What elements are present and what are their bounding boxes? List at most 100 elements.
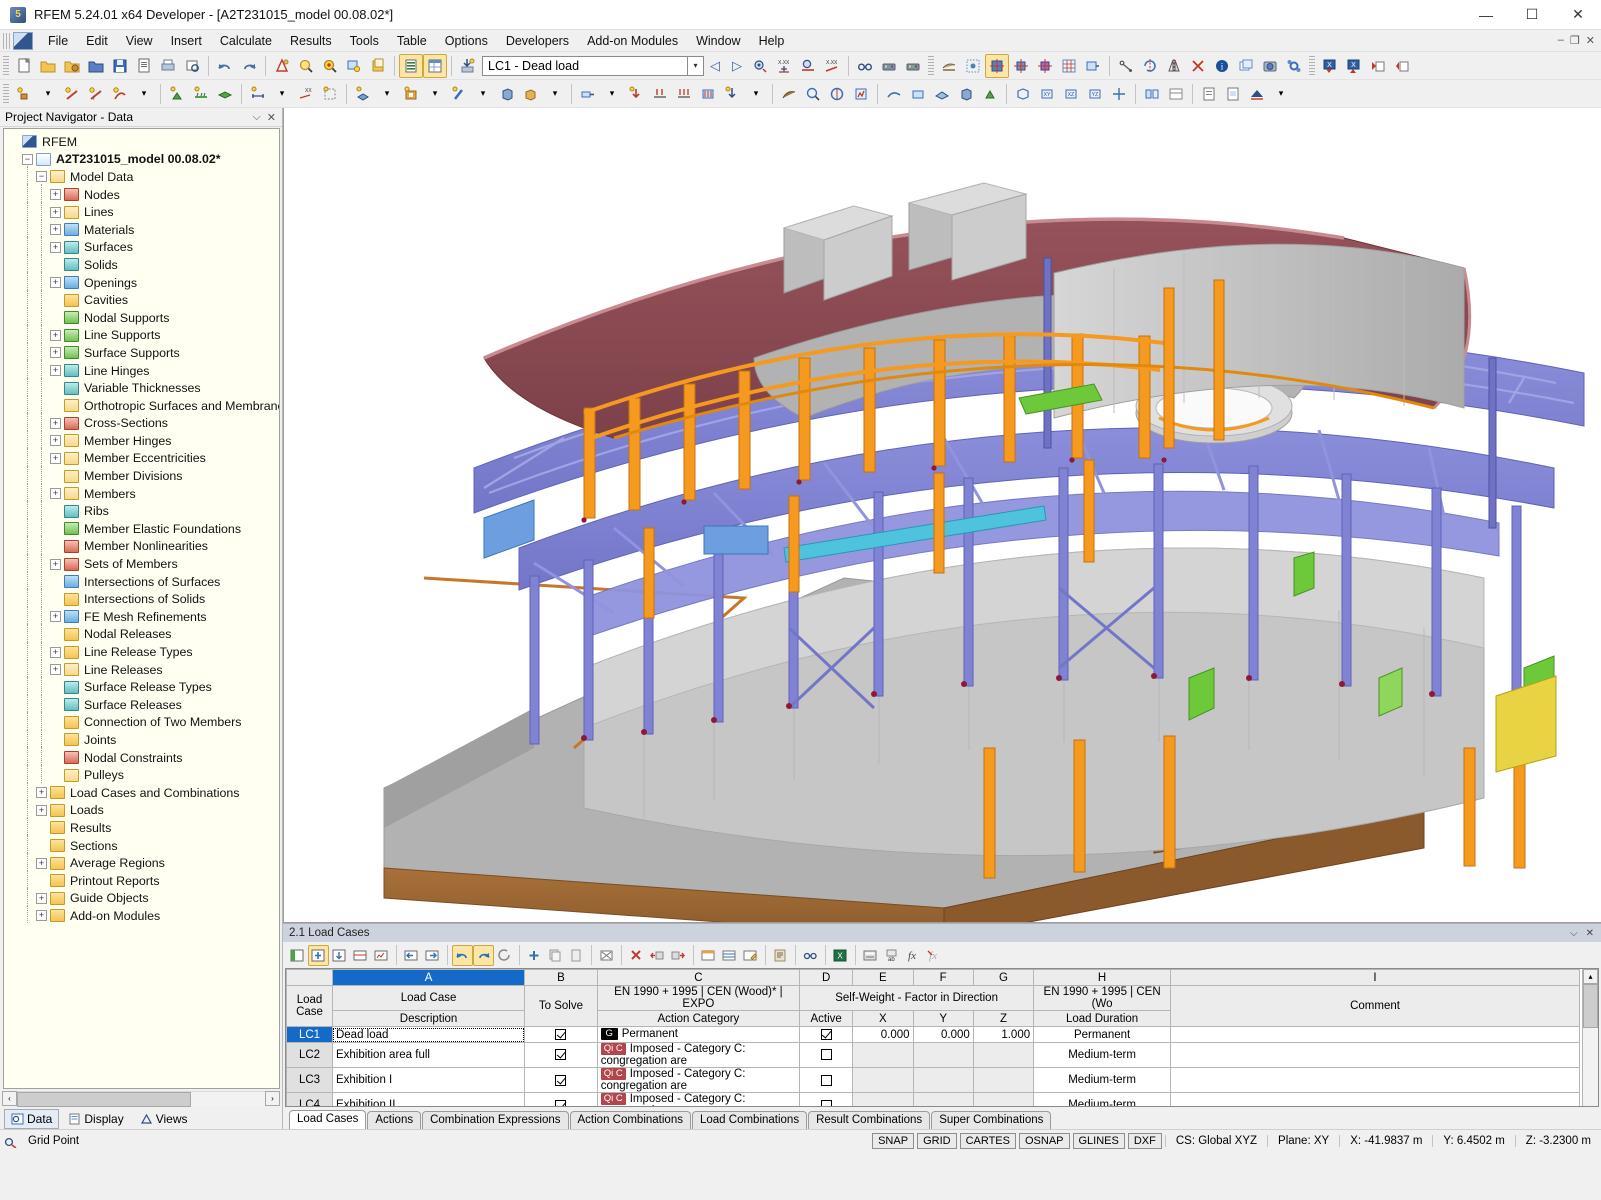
navigator-tree[interactable]: RFEM − A2T231015_model 00.08.02* − Model Dat… (3, 128, 280, 1089)
tree-item-rfem[interactable]: RFEM (8, 133, 279, 151)
insert-load-dropdown-icon[interactable]: ▾ (744, 82, 768, 106)
insert-member-icon[interactable] (447, 82, 471, 106)
insert-surface-dropdown-icon[interactable]: ▾ (375, 82, 399, 106)
tree-item-guide-objects[interactable]: + Guide Objects (8, 887, 279, 908)
insert-nodal-load-icon[interactable] (648, 82, 672, 106)
mirror-icon[interactable] (1162, 54, 1186, 78)
tree-item-loads[interactable]: + Loads (8, 799, 279, 820)
tree-item-average-regions[interactable]: + Average Regions (8, 852, 279, 872)
tree-item-lines[interactable]: + Lines (8, 201, 279, 221)
column-header-I[interactable]: I (1170, 969, 1580, 986)
navigator-close-icon[interactable]: ✕ (267, 111, 276, 124)
table-tab-load-cases[interactable]: Load Cases (289, 1110, 367, 1129)
insert-load-icon[interactable] (624, 82, 648, 106)
mdi-close-button[interactable]: ✕ (1586, 34, 1595, 47)
tree-expander[interactable]: + (36, 804, 47, 816)
table-grid-container[interactable]: A B C D E F G H I Load Case Load Case To… (285, 968, 1599, 1107)
tree-item-members[interactable]: + Members (8, 483, 279, 503)
tree-item-member-nonlinearities[interactable]: Member Nonlinearities (8, 535, 279, 556)
table-vertical-scrollbar[interactable]: ▴ (1582, 969, 1598, 1106)
insert-node-icon[interactable] (12, 82, 36, 106)
tree-item-connection-of-two-members[interactable]: Connection of Two Members (8, 711, 279, 732)
toolbar-grip-2[interactable] (928, 55, 934, 76)
insert-xx-icon[interactable]: XX (294, 82, 318, 106)
tree-expander[interactable]: + (50, 206, 61, 218)
mesh-icon[interactable] (777, 82, 801, 106)
report2-icon[interactable] (1221, 82, 1245, 106)
cell-comment[interactable] (1170, 1026, 1580, 1043)
status-toggle-glines[interactable]: GLINES (1072, 1132, 1125, 1149)
table-edit-icon[interactable] (287, 945, 308, 966)
cell-description[interactable]: Exhibition area full (331, 1041, 526, 1069)
cell-to-solve[interactable] (524, 1026, 598, 1043)
model-move-icon[interactable] (1009, 54, 1033, 78)
redo-icon[interactable] (237, 54, 261, 78)
table-info-icon[interactable] (566, 945, 587, 966)
table-delete-left-icon[interactable] (647, 945, 668, 966)
model-scale-icon[interactable] (1033, 54, 1057, 78)
column-header-G[interactable]: G (972, 969, 1035, 986)
tree-item-surfaces[interactable]: + Surfaces (8, 236, 279, 257)
glasses-icon[interactable] (853, 54, 877, 78)
cell-factor-x[interactable] (852, 1092, 914, 1106)
print-icon[interactable] (180, 54, 204, 78)
menu-calculate[interactable]: Calculate (211, 31, 281, 51)
tree-item-sets-of-members[interactable]: + Sets of Members (8, 553, 279, 573)
cell-active[interactable] (799, 1092, 854, 1106)
menu-addon-modules[interactable]: Add-on Modules (578, 31, 687, 51)
tree-item-line-release-types[interactable]: + Line Release Types (8, 641, 279, 661)
insert-solid-icon[interactable] (495, 82, 519, 106)
table-export-icon[interactable] (350, 945, 371, 966)
insert-free-load-icon[interactable] (720, 82, 744, 106)
tree-item-add-on-modules[interactable]: + Add-on Modules (8, 905, 279, 925)
table-prev-icon[interactable] (401, 945, 422, 966)
save-icon[interactable] (108, 54, 132, 78)
tree-item-orthotropic-surfaces-and-membranes[interactable]: Orthotropic Surfaces and Membranes (8, 395, 279, 415)
tree-item-line-releases[interactable]: + Line Releases (8, 659, 279, 679)
tree-expander[interactable]: + (50, 488, 61, 500)
maximize-button[interactable]: ☐ (1509, 0, 1555, 30)
tree-item-nodal-supports[interactable]: Nodal Supports (8, 307, 279, 327)
report-icon[interactable] (1197, 82, 1221, 106)
view-xy-icon[interactable]: XY (1035, 82, 1059, 106)
cell-to-solve[interactable] (524, 1041, 598, 1069)
insert-dimension-dropdown-icon[interactable]: ▾ (270, 82, 294, 106)
insert-release-icon[interactable] (576, 82, 600, 106)
fe-mesh-icon[interactable] (961, 54, 985, 78)
tree-item-pulleys[interactable]: Pulleys (8, 764, 279, 784)
open-recent-icon[interactable] (60, 54, 84, 78)
table-import-icon[interactable] (329, 945, 350, 966)
tree-item-joints[interactable]: Joints (8, 729, 279, 749)
checkbox[interactable] (555, 1028, 567, 1040)
tree-expander[interactable]: + (50, 365, 61, 377)
tree-item-a2t231015-model-00-08-02[interactable]: − A2T231015_model 00.08.02* (8, 151, 279, 169)
table-excel-icon[interactable]: X (830, 945, 851, 966)
table-rows-icon[interactable] (719, 945, 740, 966)
load-cases-grid[interactable]: A B C D E F G H I Load Case Load Case To… (286, 969, 1580, 1106)
model-rotate-icon[interactable] (985, 53, 1009, 78)
scroll-right-button[interactable]: › (265, 1091, 280, 1106)
close-button[interactable]: ✕ (1555, 0, 1601, 30)
menu-options[interactable]: Options (436, 31, 497, 51)
menu-view[interactable]: View (117, 31, 162, 51)
member-result-icon[interactable] (906, 82, 930, 106)
insert-surface-support-icon[interactable] (213, 82, 237, 106)
cell-comment[interactable] (1170, 1067, 1580, 1094)
table-refresh-icon[interactable] (494, 945, 515, 966)
table-settings-icon[interactable] (770, 945, 791, 966)
menu-results[interactable]: Results (281, 31, 341, 51)
table-next-icon[interactable] (422, 945, 443, 966)
table-abc-icon[interactable]: ab (881, 945, 902, 966)
checkbox[interactable] (820, 1049, 832, 1061)
tree-item-member-eccentricities[interactable]: + Member Eccentricities (8, 447, 279, 468)
table-tab-actions[interactable]: Actions (367, 1111, 422, 1129)
tree-collapser[interactable]: − (36, 171, 47, 183)
table-calc-icon[interactable] (860, 945, 881, 966)
rfem-logo2-icon[interactable] (1245, 82, 1269, 106)
view-xz-icon[interactable]: XZ (1059, 82, 1083, 106)
layers-icon[interactable] (1140, 82, 1164, 106)
calc-icon[interactable] (801, 82, 825, 106)
tree-item-intersections-of-surfaces[interactable]: Intersections of Surfaces (8, 571, 279, 591)
cell-action-category[interactable]: Qi CImposed - Category C: congregation a… (596, 1067, 801, 1094)
results-icon[interactable] (825, 82, 849, 106)
